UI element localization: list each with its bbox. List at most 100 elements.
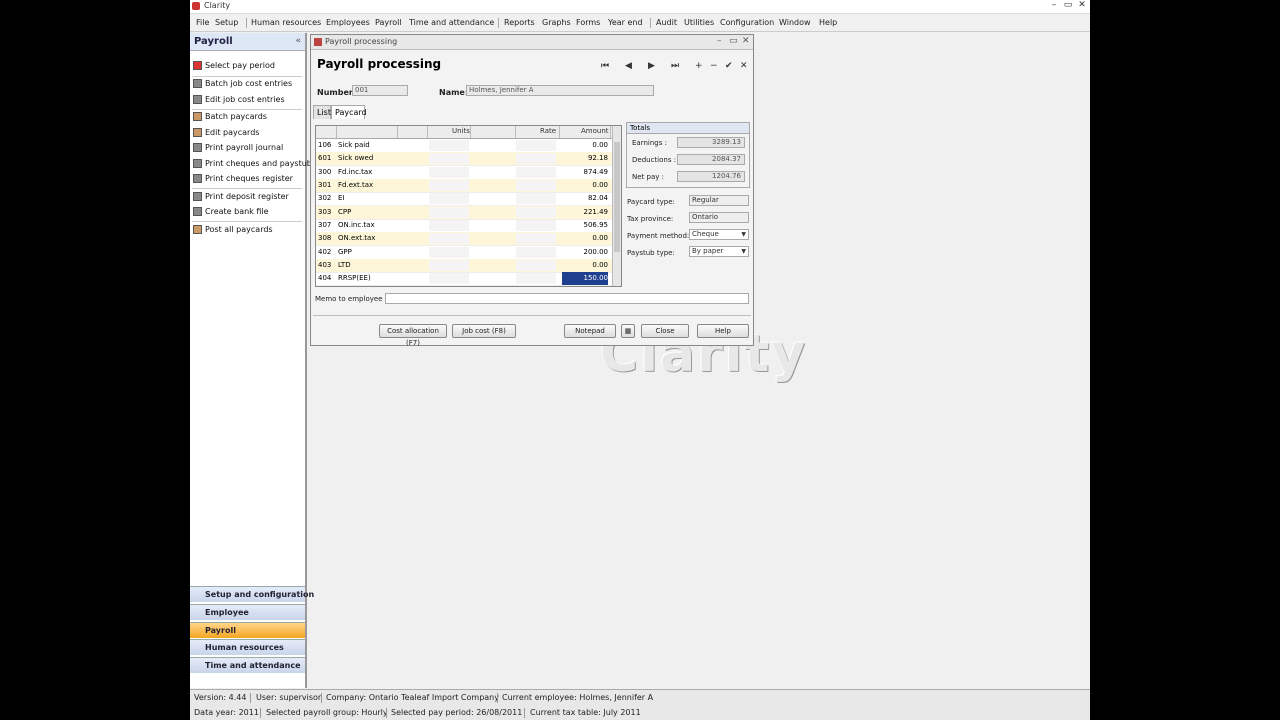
table-row[interactable]: 106 Sick paid 0.00: [316, 139, 614, 153]
calculator-icon[interactable]: ▦: [621, 324, 635, 338]
menu-file[interactable]: File: [196, 18, 209, 27]
column-units: Units: [452, 127, 470, 135]
close-button[interactable]: Close: [641, 324, 689, 338]
table-row[interactable]: 302 EI 82.04: [316, 192, 614, 206]
maximize-icon[interactable]: ▭: [1062, 0, 1074, 10]
page-title: Payroll processing: [317, 57, 442, 71]
menu-window[interactable]: Window: [779, 18, 811, 27]
previous-record-icon[interactable]: ◀: [625, 61, 632, 71]
sidebar-item-print-cheques-and-paystubs[interactable]: Print cheques and paystubs: [190, 157, 316, 171]
chevron-down-icon: ▼: [741, 231, 746, 238]
menu-help[interactable]: Help: [819, 18, 837, 27]
table-row[interactable]: 402 GPP 200.00: [316, 246, 614, 260]
tab-paycard[interactable]: Paycard: [331, 105, 367, 119]
notepad-button[interactable]: Notepad: [564, 324, 616, 338]
net-pay-value: 1204.76: [677, 171, 745, 182]
menu-separator: [650, 18, 651, 28]
sidebar-item-print-payroll-journal[interactable]: Print payroll journal: [190, 141, 305, 155]
menu-time-and-attendance[interactable]: Time and attendance: [409, 18, 494, 27]
group-time-and-attendance[interactable]: Time and attendance: [190, 657, 305, 673]
edit-icon: [193, 128, 202, 137]
table-row[interactable]: 301 Fd.ext.tax 0.00: [316, 179, 614, 193]
number-field[interactable]: 001: [352, 85, 408, 96]
memo-input[interactable]: [385, 293, 749, 304]
paycard-type-label: Paycard type:: [627, 198, 675, 206]
divider: [313, 315, 751, 316]
menu-configuration[interactable]: Configuration: [720, 18, 774, 27]
window-icon: [314, 38, 322, 46]
job-cost-button[interactable]: Job cost (F8): [452, 324, 516, 338]
window-title: Clarity: [204, 1, 231, 10]
menu-human-resources[interactable]: Human resources: [251, 18, 321, 27]
last-record-icon[interactable]: ⏭: [671, 61, 679, 71]
printer-icon: [193, 174, 202, 183]
printer-icon: [193, 159, 202, 168]
column-amount: Amount: [581, 127, 609, 135]
cancel-record-icon[interactable]: ✕: [740, 61, 748, 71]
menu-forms[interactable]: Forms: [576, 18, 600, 27]
menu-payroll[interactable]: Payroll: [375, 18, 402, 27]
sidebar-item-print-deposit-register[interactable]: Print deposit register: [190, 190, 305, 204]
table-row-selected[interactable]: 404 RRSP(EE) 150.00: [316, 272, 614, 286]
menu-setup[interactable]: Setup: [215, 18, 238, 27]
column-rate: Rate: [540, 127, 557, 135]
sidebar-item-print-cheques-register[interactable]: Print cheques register: [190, 172, 305, 186]
maximize-icon[interactable]: ▭: [729, 36, 738, 46]
payment-method-select[interactable]: Cheque ▼: [689, 229, 749, 240]
paycard-type-field[interactable]: Regular: [689, 195, 749, 206]
next-record-icon[interactable]: ▶: [648, 61, 655, 71]
tax-province-field[interactable]: Ontario: [689, 212, 749, 223]
grid-scrollbar[interactable]: [612, 126, 621, 286]
table-row[interactable]: 601 Sick owed 92.18: [316, 152, 614, 166]
minimize-icon[interactable]: –: [717, 36, 722, 46]
sidebar-item-create-bank-file[interactable]: Create bank file: [190, 205, 305, 219]
menu-year-end[interactable]: Year end: [608, 18, 643, 27]
menu-employees[interactable]: Employees: [326, 18, 370, 27]
table-row[interactable]: 403 LTD 0.00: [316, 259, 614, 273]
group-payroll[interactable]: Payroll: [190, 622, 305, 638]
delete-record-icon[interactable]: −: [710, 61, 718, 71]
table-row[interactable]: 300 Fd.inc.tax 874.49: [316, 166, 614, 180]
tab-list[interactable]: List: [313, 105, 331, 119]
name-field[interactable]: Holmes, Jennifer A: [466, 85, 654, 96]
printer-icon: [193, 143, 202, 152]
totals-panel: Totals Earnings : 3289.13 Deductions : 2…: [626, 122, 750, 188]
paystub-type-select[interactable]: By paper ▼: [689, 246, 749, 257]
post-icon: [193, 225, 202, 234]
application-window: Clarity – ▭ ✕ File Setup Human resources…: [190, 0, 1090, 720]
sidebar-item-edit-job-cost-entries[interactable]: Edit job cost entries: [190, 93, 305, 107]
table-row[interactable]: 308 ON.ext.tax 0.00: [316, 232, 614, 246]
earnings-value: 3289.13: [677, 137, 745, 148]
sidebar-item-batch-job-cost-entries[interactable]: Batch job cost entries: [190, 77, 305, 91]
close-icon[interactable]: ✕: [742, 36, 750, 46]
group-setup-and-configuration[interactable]: Setup and configuration: [190, 586, 314, 602]
sidebar-item-select-pay-period[interactable]: Select pay period: [190, 59, 305, 73]
app-icon: [192, 2, 200, 10]
help-button[interactable]: Help: [697, 324, 749, 338]
sidebar-item-edit-paycards[interactable]: Edit paycards: [190, 126, 305, 140]
menu-audit[interactable]: Audit: [656, 18, 677, 27]
chevron-down-icon: ▼: [741, 248, 746, 255]
scrollbar-thumb[interactable]: [614, 142, 620, 252]
tax-province-label: Tax province:: [627, 215, 674, 223]
sidebar-item-post-all-paycards[interactable]: Post all paycards: [190, 223, 305, 237]
number-label: Number:: [317, 88, 357, 97]
save-record-icon[interactable]: ✔: [725, 61, 733, 71]
group-employee[interactable]: Employee: [190, 604, 305, 620]
minimize-icon[interactable]: –: [1048, 0, 1060, 10]
menu-reports[interactable]: Reports: [504, 18, 535, 27]
deductions-label: Deductions :: [632, 156, 677, 164]
first-record-icon[interactable]: ⏮: [601, 61, 609, 71]
add-record-icon[interactable]: +: [695, 61, 703, 71]
sidebar-item-batch-paycards[interactable]: Batch paycards: [190, 110, 305, 124]
table-row[interactable]: 303 CPP 221.49: [316, 206, 614, 220]
menu-graphs[interactable]: Graphs: [542, 18, 571, 27]
grid-header: Units Rate Amount: [316, 126, 614, 139]
group-human-resources[interactable]: Human resources: [190, 639, 305, 655]
table-row[interactable]: 307 ON.inc.tax 506.95: [316, 219, 614, 233]
menu-utilities[interactable]: Utilities: [684, 18, 714, 27]
close-icon[interactable]: ✕: [1076, 0, 1088, 10]
collapse-icon[interactable]: «: [295, 36, 301, 46]
cost-allocation-button[interactable]: Cost allocation (F7): [379, 324, 447, 347]
status-bar: Version: 4.44 User: supervisor Company: …: [190, 689, 1090, 720]
